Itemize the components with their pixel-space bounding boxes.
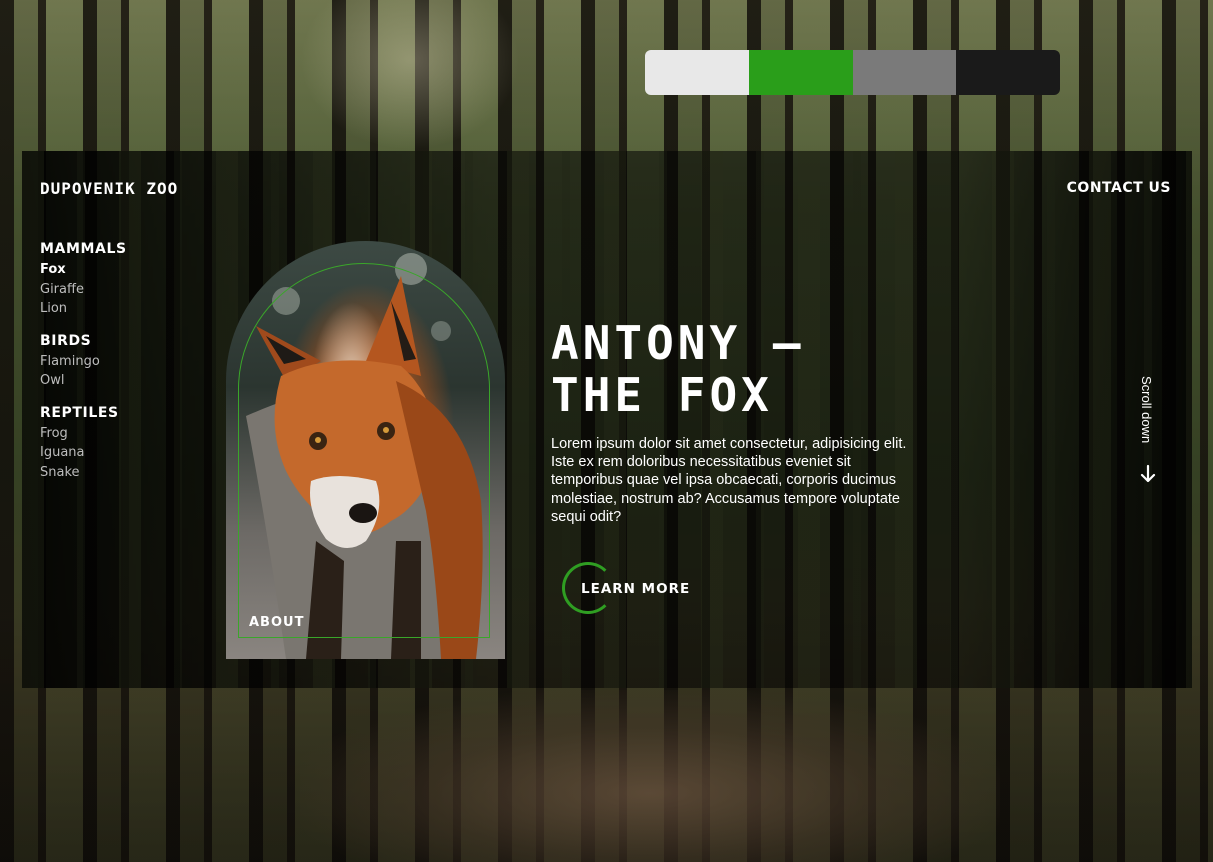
nav-item-owl[interactable]: Owl bbox=[40, 371, 127, 391]
title-line-2: THE FOX bbox=[551, 368, 773, 422]
nav-item-frog[interactable]: Frog bbox=[40, 424, 127, 444]
arrow-down-icon bbox=[1140, 464, 1156, 483]
nav-heading: REPTILES bbox=[40, 404, 119, 421]
light-haze bbox=[300, 0, 520, 150]
swatch-dark bbox=[956, 50, 1060, 95]
hero-panel: DUPOVENIK ZOO CONTACT US MAMMALS Fox Gir… bbox=[22, 151, 1192, 688]
color-palette bbox=[645, 50, 1060, 95]
nav-heading: BIRDS bbox=[40, 332, 92, 349]
nav-group-reptiles: REPTILES Frog Iguana Snake bbox=[40, 405, 127, 483]
nav-item-flamingo[interactable]: Flamingo bbox=[40, 352, 127, 372]
hero-description: Lorem ipsum dolor sit amet consectetur, … bbox=[551, 436, 907, 525]
forest-path bbox=[300, 690, 1000, 862]
nav-group-mammals: MAMMALS Fox Giraffe Lion bbox=[40, 241, 127, 319]
animal-nav: MAMMALS Fox Giraffe Lion BIRDS Flamingo … bbox=[40, 241, 127, 496]
scroll-down-label: Scroll down bbox=[1139, 376, 1154, 444]
nav-item-iguana[interactable]: Iguana bbox=[40, 443, 127, 463]
swatch-light bbox=[645, 50, 749, 95]
site-logo[interactable]: DUPOVENIK ZOO bbox=[40, 179, 178, 198]
nav-item-snake[interactable]: Snake bbox=[40, 463, 127, 483]
contact-us-link[interactable]: CONTACT US bbox=[1067, 180, 1171, 196]
nav-heading: MAMMALS bbox=[40, 241, 127, 257]
nav-item-fox[interactable]: Fox bbox=[40, 260, 127, 280]
nav-item-lion[interactable]: Lion bbox=[40, 299, 127, 319]
swatch-gray bbox=[852, 50, 957, 95]
nav-group-birds: BIRDS Flamingo Owl bbox=[40, 333, 127, 391]
swatch-green bbox=[748, 50, 853, 95]
title-line-1: ANTONY – bbox=[551, 316, 805, 370]
learn-more-button[interactable]: LEARN MORE bbox=[562, 562, 732, 618]
page-title: ANTONY – THE FOX bbox=[551, 317, 971, 421]
nav-item-giraffe[interactable]: Giraffe bbox=[40, 280, 127, 300]
about-link[interactable]: ABOUT bbox=[249, 615, 304, 630]
scroll-down-button[interactable]: Scroll down bbox=[1137, 376, 1161, 486]
arch-outline bbox=[238, 263, 490, 638]
learn-more-label: LEARN MORE bbox=[581, 581, 691, 597]
